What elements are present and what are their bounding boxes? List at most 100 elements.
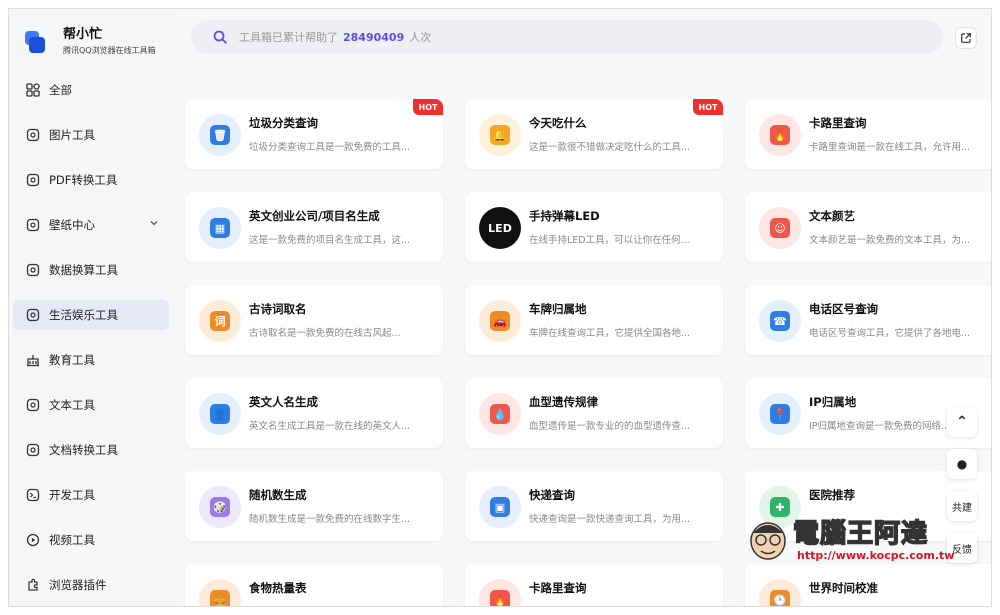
tool-card-icon: 💧 [479,393,521,435]
tool-card[interactable]: 🔔 今天吃什么 这是一款很不错做决定吃什么的工具... HOT [465,99,723,169]
sidebar-item-label: 壁纸中心 [49,218,95,232]
tool-card[interactable]: 🍔 食物热量表 [185,564,443,606]
sidebar-item-7[interactable]: 文本工具 [13,390,169,420]
tool-card[interactable]: 🎲 随机数生成 随机数生成是一款免费的在线数字生... [185,471,443,541]
chevron-down-icon[interactable] [149,218,159,231]
tool-card[interactable]: ▣ 快递查询快递查询是一款快递查询工具，为用... [465,471,723,541]
grid-icon [25,82,41,98]
tool-glyph-icon: ▦ [210,218,230,238]
tool-card-desc: 电话区号查询工具，它提供了各地电... [809,328,971,339]
life-icon [25,307,41,323]
tool-card-desc: 卡路里查询是一款在线工具，允许用... [809,142,971,153]
tool-card-icon: ☎ [759,300,801,342]
tool-card-title: 车牌归属地 [529,302,587,316]
sidebar-item-8[interactable]: 文档转换工具 [13,435,169,465]
search-prefix: 工具箱已累计帮助了 [239,31,338,44]
watermark-text: 電腦王阿達 [792,518,929,550]
tool-card-desc: 这是一款很不错做决定吃什么的工具... [529,142,691,153]
qq-icon: ● [956,457,968,471]
tool-card[interactable]: 🔥 卡路里查询卡路里查询是一款在线工具，允许用... [745,99,991,169]
tool-card[interactable]: 🕐 世界时间校准 [745,564,991,606]
tool-glyph-icon: LED [488,221,512,235]
tool-card-icon: 词 [199,300,241,342]
sidebar-item-0[interactable]: 全部 [13,75,169,105]
tool-card-desc: 古诗取名是一款免费的在线古风起... [249,328,401,339]
tool-card-desc: 血型遗传是一款专业的的血型遗传查... [529,421,691,432]
sidebar-item-label: PDF转换工具 [49,173,118,187]
brand-logo-icon [25,31,47,53]
tool-glyph-icon: 🔔 [490,125,510,145]
wallpaper-icon [25,217,41,233]
tool-card-desc: 快递查询是一款快递查询工具，为用... [529,514,691,525]
tool-glyph-icon: 🔥 [770,125,790,145]
tool-card-desc: 垃圾分类查询工具是一款免费的工具... [249,142,411,153]
tool-glyph-icon: 🍔 [210,590,230,606]
back-to-top-button[interactable]: ⌃ [947,407,977,437]
brand[interactable]: 帮小忙 腾讯QQ浏览器在线工具箱 [25,27,156,57]
tool-card-title: 文本颜艺 [809,209,855,223]
sidebar-item-4[interactable]: 数据换算工具 [13,255,169,285]
tool-card-desc: 英文名生成工具是一款在线的英文人... [249,421,411,432]
tool-glyph-icon: 🗑 [210,125,230,145]
tool-card-title: 垃圾分类查询 [249,116,318,130]
tool-card-title: 医院推荐 [809,488,855,502]
tool-card[interactable]: 💧 血型遗传规律血型遗传是一款专业的的血型遗传查... [465,378,723,448]
tool-card-icon: 🔥 [479,579,521,606]
sidebar-item-11[interactable]: 浏览器插件 [13,570,169,600]
tool-card[interactable]: 🗑 垃圾分类查询垃圾分类查询工具是一款免费的工具... HOT [185,99,443,169]
tool-card[interactable]: ▦ 英文创业公司/项目名生成这是一款免费的项目名生成工具，这... [185,192,443,262]
watermark: 電腦王阿達 http://www.kocpc.com.tw [747,509,977,569]
tool-card-title: 快递查询 [529,488,575,502]
sidebar-item-label: 文本工具 [49,398,95,412]
tool-card-title: 英文创业公司/项目名生成 [249,209,380,223]
brand-name: 帮小忙 [63,27,103,42]
document-icon [25,442,41,458]
sidebar-item-label: 生活娱乐工具 [49,308,118,322]
tool-card-icon: 🚗 [479,300,521,342]
qq-button[interactable]: ● [947,449,977,479]
share-button[interactable] [955,27,977,49]
sidebar-item-2[interactable]: PDF转换工具 [13,165,169,195]
sidebar-item-9[interactable]: 开发工具 [13,480,169,510]
sidebar-item-label: 开发工具 [49,488,95,502]
tool-card-title: 电话区号查询 [809,302,878,316]
tool-card-title: 卡路里查询 [809,116,867,130]
sidebar-item-5[interactable]: 生活娱乐工具 [13,300,169,330]
sidebar-item-3[interactable]: 壁纸中心 [13,210,169,240]
search-bar[interactable]: 工具箱已累计帮助了 28490409 人次 [191,20,943,54]
tool-card[interactable]: 词 古诗词取名 古诗取名是一款免费的在线古风起... [185,285,443,355]
tool-card-desc: 文本颜艺是一款免费的文本工具，为... [809,235,971,246]
tool-card-title: 英文人名生成 [249,395,318,409]
sidebar-item-10[interactable]: 视频工具 [13,525,169,555]
tool-card[interactable]: 🔥 卡路里查询 [465,564,723,606]
sidebar-item-1[interactable]: 图片工具 [13,120,169,150]
image-icon [25,127,41,143]
sidebar-item-label: 文档转换工具 [49,443,118,457]
hot-badge: HOT [413,99,443,115]
search-suffix: 人次 [409,31,432,44]
tool-glyph-icon: ▣ [490,497,510,517]
tool-card[interactable]: ☺ 文本颜艺文本颜艺是一款免费的文本工具，为... [745,192,991,262]
tool-card-title: 世界时间校准 [809,581,878,595]
tool-card[interactable]: 🚗 车牌归属地 车牌在线查询工具，它提供全国各地... [465,285,723,355]
tool-card-title: 卡路里查询 [529,581,587,595]
tool-card-icon: 🎲 [199,486,241,528]
tool-glyph-icon: 🎲 [210,497,230,517]
search-count: 28490409 [343,30,405,44]
tool-card-desc: 在线手持LED工具，可以让你在任何... [529,235,690,246]
tool-card-title: 血型遗传规律 [529,395,598,409]
arrow-up-icon: ⌃ [956,414,968,430]
tool-card[interactable]: ☎ 电话区号查询电话区号查询工具，它提供了各地电... [745,285,991,355]
sidebar-item-label: 图片工具 [49,128,95,142]
sidebar-item-6[interactable]: 教育工具 [13,345,169,375]
tool-card-desc: 这是一款免费的项目名生成工具，这... [249,235,411,246]
pdf-icon [25,172,41,188]
tool-card[interactable]: 👤 英文人名生成 英文名生成工具是一款在线的英文人... [185,378,443,448]
tool-card-icon: 🕐 [759,579,801,606]
sidebar-item-label: 教育工具 [49,353,95,367]
tool-card[interactable]: LED 手持弹幕LED 在线手持LED工具，可以让你在任何... [465,192,723,262]
tool-card-icon: ☺ [759,207,801,249]
sidebar-item-label: 数据换算工具 [49,263,118,277]
brand-subtitle: 腾讯QQ浏览器在线工具箱 [63,46,156,55]
video-icon [25,532,41,548]
